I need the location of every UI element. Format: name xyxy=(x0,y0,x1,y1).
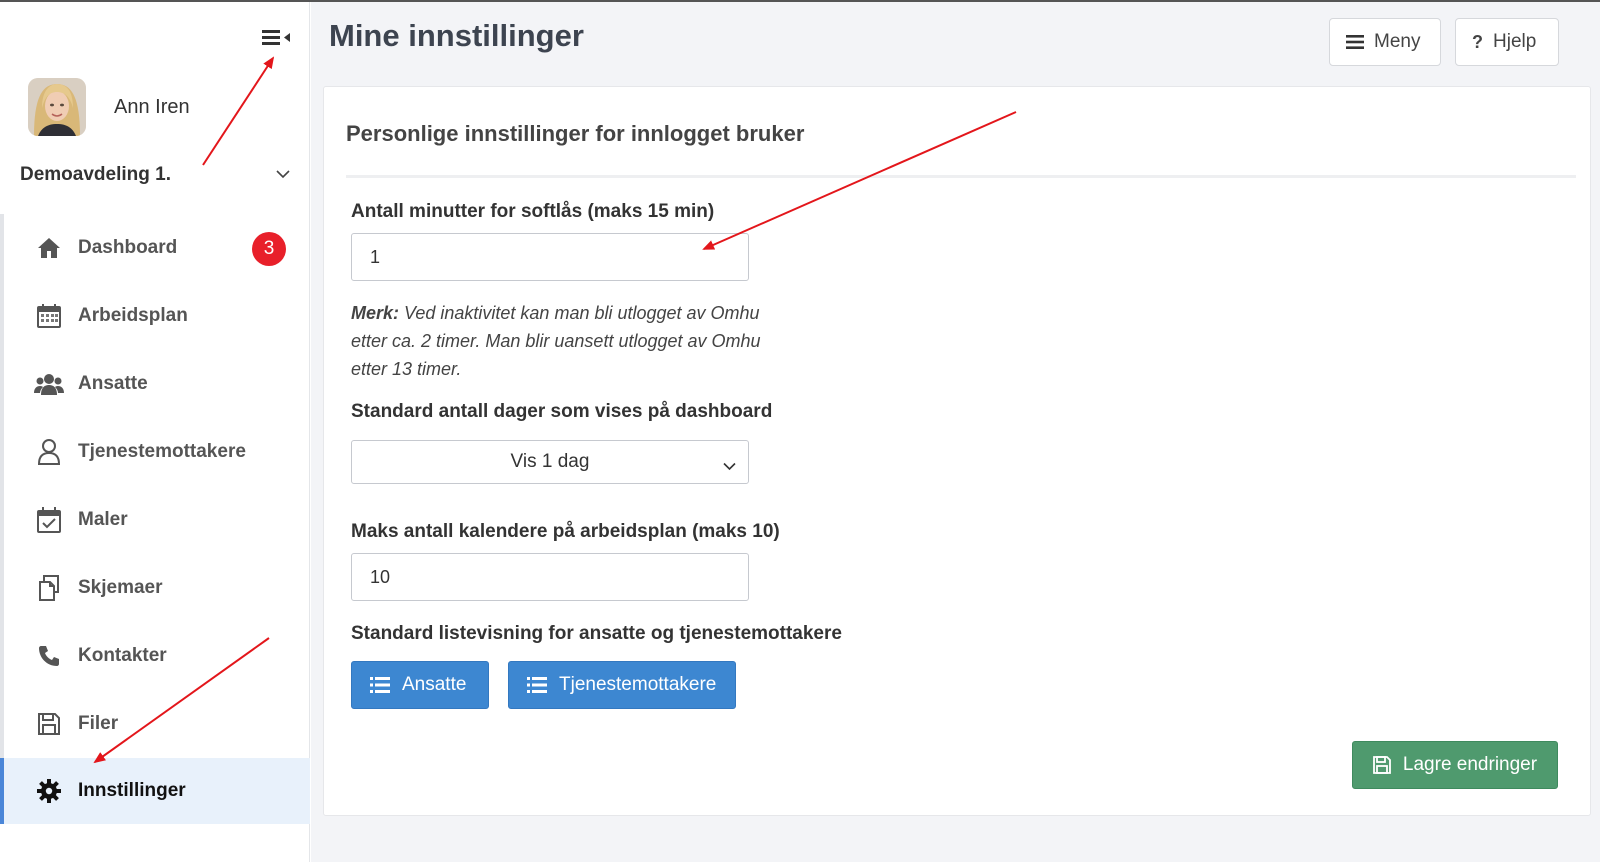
notification-badge: 3 xyxy=(252,232,286,266)
sidebar-item-label: Kontakter xyxy=(78,645,167,666)
list-icon xyxy=(527,677,547,693)
ansatte-button-label: Ansatte xyxy=(402,674,467,695)
sidebar-item-maler[interactable]: Maler xyxy=(0,486,310,554)
card-title: Personlige innstillinger for innlogget b… xyxy=(346,121,805,146)
note-text: Ved inaktivitet kan man bli utlogget av … xyxy=(351,303,761,379)
settings-card: Personlige innstillinger for innlogget b… xyxy=(323,86,1591,816)
sidebar-item-label: Skjemaer xyxy=(78,577,163,598)
list-view-label: Standard listevisning for ansatte og tje… xyxy=(351,623,842,644)
select-value: Vis 1 dag xyxy=(510,451,590,472)
user-profile[interactable]: Ann Iren xyxy=(28,78,190,136)
sidebar-item-ansatte[interactable]: Ansatte xyxy=(0,350,310,418)
sidebar-item-label: Arbeidsplan xyxy=(78,305,188,326)
sidebar-item-dashboard[interactable]: Dashboard 3 xyxy=(0,214,310,282)
save-icon xyxy=(34,709,64,739)
divider xyxy=(346,175,1576,178)
sidebar-item-label: Tjenestemottakere xyxy=(78,441,246,462)
home-icon xyxy=(34,233,64,263)
sidebar-item-arbeidsplan[interactable]: Arbeidsplan xyxy=(0,282,310,350)
menu-button[interactable]: Meny xyxy=(1329,18,1441,66)
hamburger-icon xyxy=(1346,35,1364,49)
users-icon xyxy=(34,369,64,399)
note-bold: Merk: xyxy=(351,303,400,323)
dashboard-days-label: Standard antall dager som vises på dashb… xyxy=(351,401,773,422)
softlock-minutes-input[interactable] xyxy=(351,233,749,281)
chevron-down-icon xyxy=(276,166,290,184)
max-calendars-label: Maks antall kalendere på arbeidsplan (ma… xyxy=(351,521,780,542)
department-label: Demoavdeling 1. xyxy=(20,164,171,185)
tjenestemottakere-button-label: Tjenestemottakere xyxy=(559,674,717,695)
dashboard-days-select[interactable]: Vis 1 dag xyxy=(351,440,749,484)
max-calendars-input[interactable] xyxy=(351,553,749,601)
avatar xyxy=(28,78,86,136)
sidebar-item-label: Maler xyxy=(78,509,128,530)
sidebar-collapse-icon[interactable] xyxy=(262,26,298,50)
list-icon xyxy=(370,677,390,693)
copy-icon xyxy=(34,573,64,603)
page-title: Mine innstillinger xyxy=(329,18,584,53)
sidebar-item-label: Innstillinger xyxy=(78,780,186,801)
question-icon: ? xyxy=(1472,31,1483,52)
inactivity-note: Merk: Ved inaktivitet kan man bli utlogg… xyxy=(351,299,771,383)
user-icon xyxy=(34,437,64,467)
help-button-label: Hjelp xyxy=(1493,31,1537,52)
calendar-icon xyxy=(34,301,64,331)
gear-icon xyxy=(34,776,64,806)
user-name: Ann Iren xyxy=(114,95,190,118)
sidebar-item-filer[interactable]: Filer xyxy=(0,690,310,758)
sidebar-item-label: Ansatte xyxy=(78,373,148,394)
sidebar-item-tjenestemottakere[interactable]: Tjenestemottakere xyxy=(0,418,310,486)
chevron-down-icon xyxy=(723,455,736,477)
tjenestemottakere-list-button[interactable]: Tjenestemottakere xyxy=(508,661,736,709)
sidebar-nav: Dashboard 3 Arbeidsplan Ansatte Tjeneste… xyxy=(0,214,310,824)
sidebar-item-skjemaer[interactable]: Skjemaer xyxy=(0,554,310,622)
help-button[interactable]: ? Hjelp xyxy=(1455,18,1559,66)
save-icon xyxy=(1373,756,1391,774)
department-dropdown[interactable]: Demoavdeling 1. xyxy=(20,160,290,190)
sidebar-item-label: Dashboard xyxy=(78,237,178,258)
main-content: Mine innstillinger Meny ? Hjelp Personli… xyxy=(311,2,1600,862)
sidebar-item-innstillinger[interactable]: Innstillinger xyxy=(0,758,310,824)
phone-icon xyxy=(34,641,64,671)
menu-button-label: Meny xyxy=(1374,31,1421,52)
calendar-check-icon xyxy=(34,505,64,535)
save-changes-button[interactable]: Lagre endringer xyxy=(1352,741,1558,789)
sidebar: Ann Iren Demoavdeling 1. Dashboard 3 Arb… xyxy=(0,2,310,862)
sidebar-item-kontakter[interactable]: Kontakter xyxy=(0,622,310,690)
ansatte-list-button[interactable]: Ansatte xyxy=(351,661,489,709)
softlock-label: Antall minutter for softlås (maks 15 min… xyxy=(351,201,715,222)
sidebar-item-label: Filer xyxy=(78,713,119,734)
save-button-label: Lagre endringer xyxy=(1402,754,1538,775)
